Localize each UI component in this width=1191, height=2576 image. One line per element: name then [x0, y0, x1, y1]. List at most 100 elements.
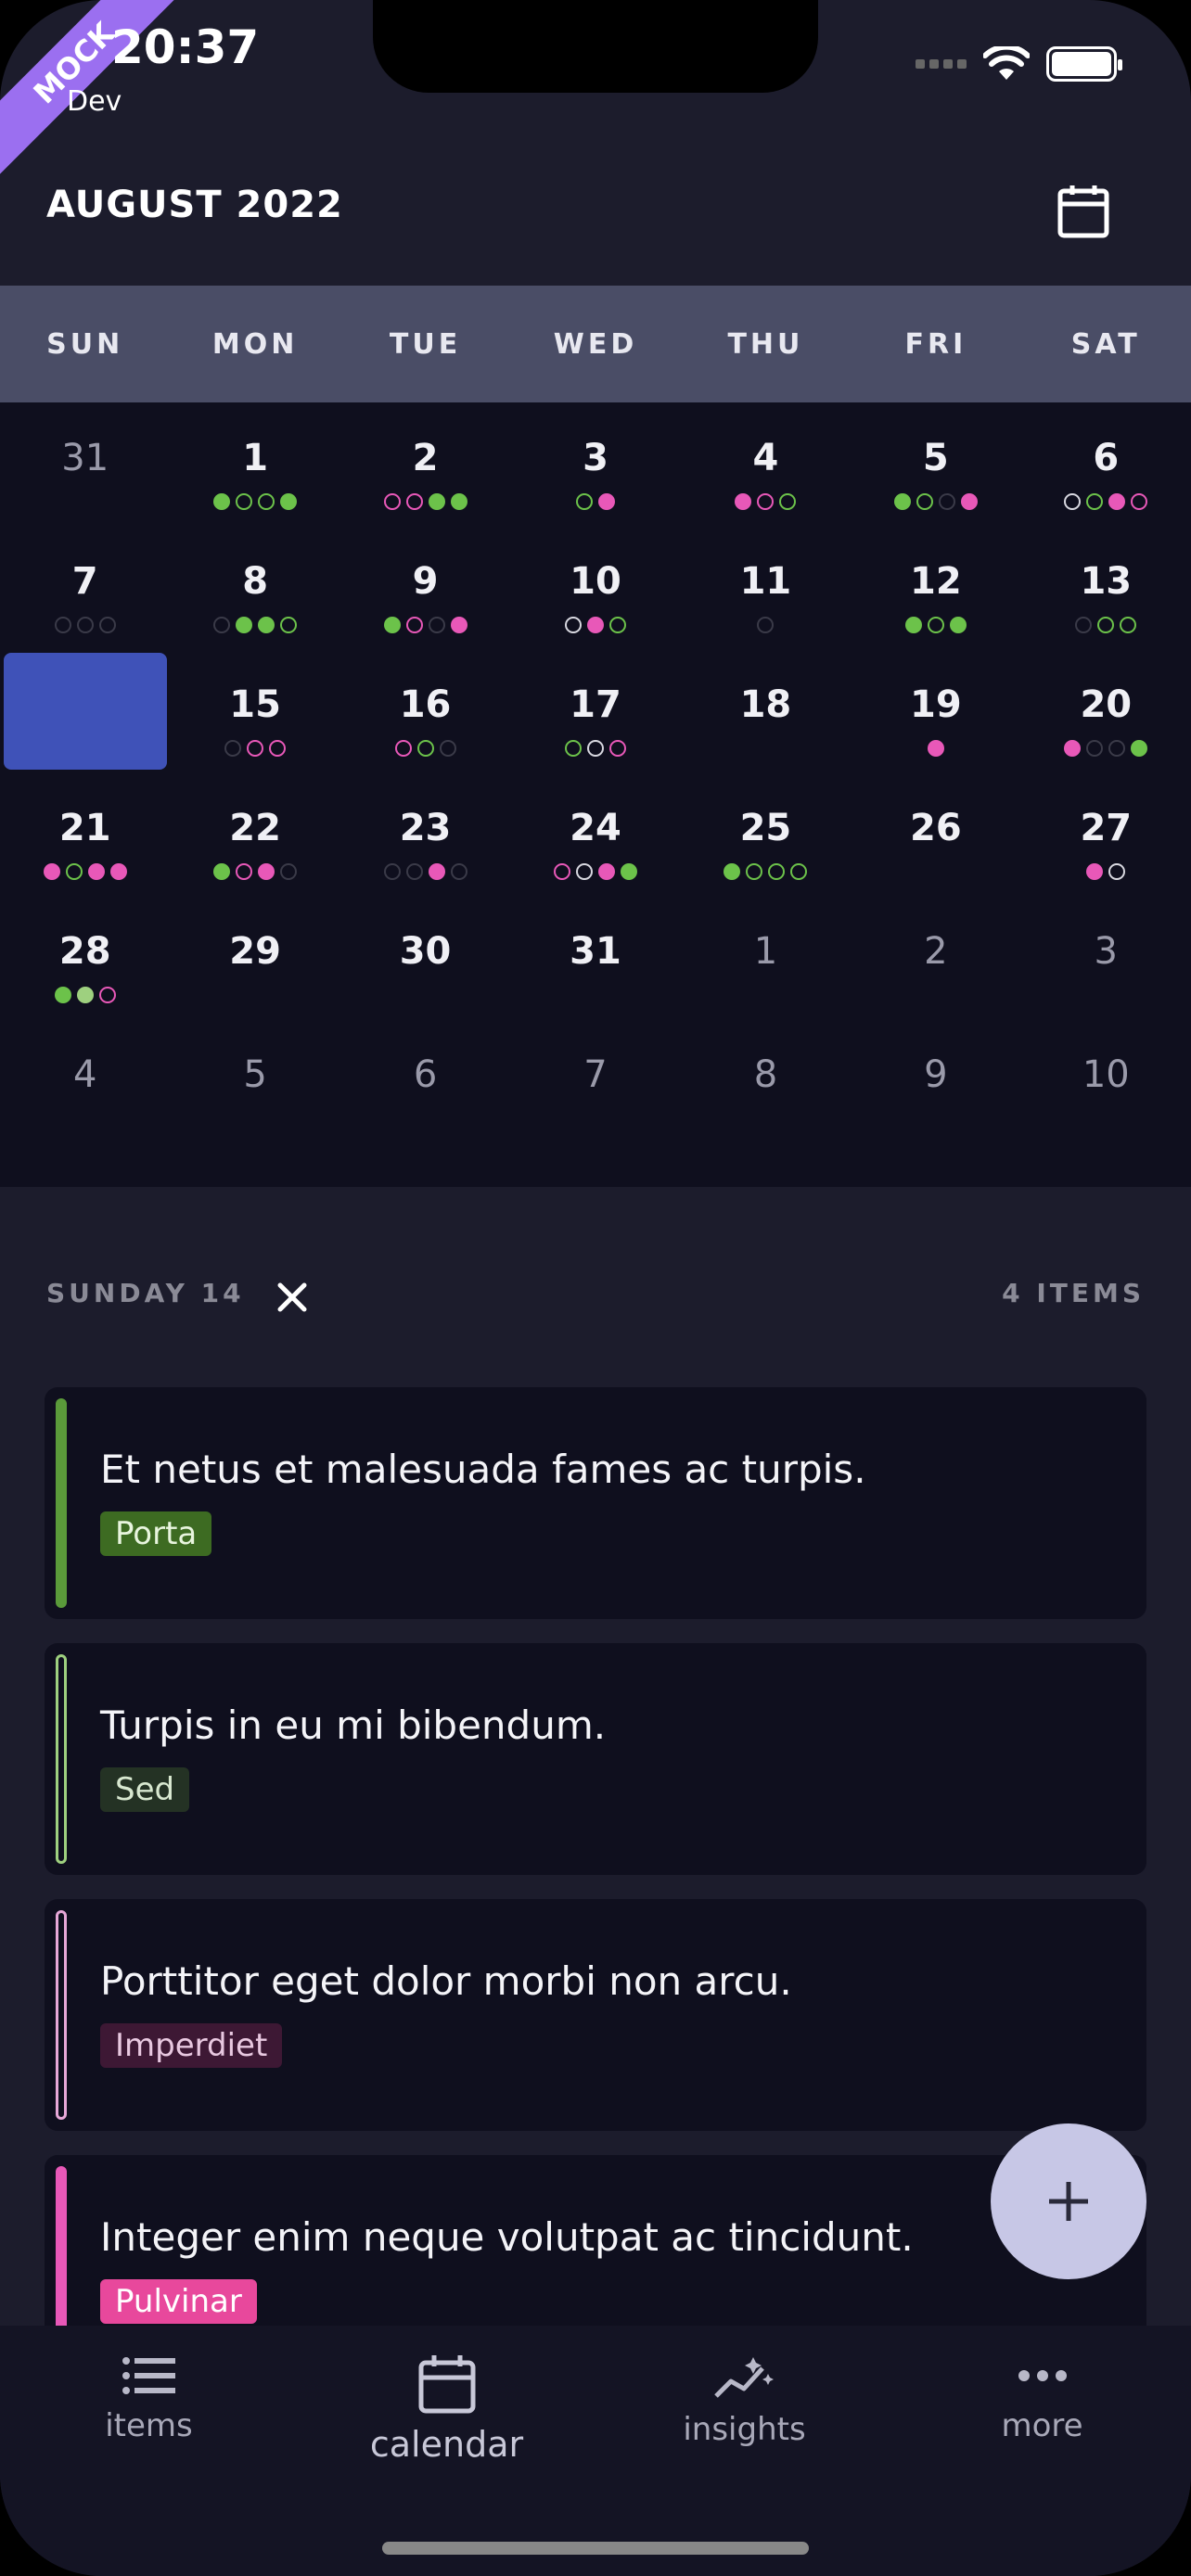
day-cell[interactable]: 5	[851, 402, 1020, 526]
notch	[373, 0, 818, 93]
day-number: 27	[1080, 807, 1133, 849]
day-cell[interactable]: 25	[681, 772, 851, 896]
calendar-icon	[418, 2355, 475, 2414]
event-dots	[340, 1110, 510, 1127]
day-cell[interactable]: 20	[1021, 649, 1191, 772]
day-cell[interactable]: 5	[170, 1019, 339, 1142]
day-cell[interactable]: 31	[510, 896, 680, 1019]
event-dot	[98, 987, 116, 1003]
event-dot	[927, 617, 944, 633]
day-cell[interactable]: 22	[170, 772, 339, 896]
event-dot	[383, 617, 401, 633]
day-cell[interactable]: 17	[510, 649, 680, 772]
item-tag: Sed	[100, 1767, 190, 1812]
event-dots	[340, 493, 510, 510]
day-cell[interactable]: 23	[340, 772, 510, 896]
event-dot	[575, 493, 593, 510]
day-cell[interactable]: 11	[681, 526, 851, 649]
close-icon[interactable]	[273, 1278, 312, 1317]
event-dot	[608, 740, 626, 757]
tab-insights[interactable]: insights	[596, 2326, 893, 2576]
day-number: 2	[412, 437, 439, 479]
event-dots	[851, 493, 1020, 510]
day-cell[interactable]: 26	[851, 772, 1020, 896]
day-cell[interactable]: 6	[340, 1019, 510, 1142]
item-card[interactable]: Turpis in eu mi bibendum. Sed	[45, 1643, 1146, 1875]
event-dot	[564, 740, 582, 757]
day-cell[interactable]: 24	[510, 772, 680, 896]
event-dot	[1097, 617, 1115, 633]
calendar-picker-icon[interactable]	[1057, 184, 1109, 239]
day-cell[interactable]: 28	[0, 896, 170, 1019]
day-cell[interactable]: 4	[0, 1019, 170, 1142]
day-number: 25	[739, 807, 792, 849]
event-dots	[510, 740, 680, 757]
event-dot	[280, 493, 298, 510]
day-cell[interactable]: 1	[681, 896, 851, 1019]
add-item-button[interactable]	[991, 2123, 1146, 2279]
day-cell[interactable]: 16	[340, 649, 510, 772]
day-cell[interactable]: 29	[170, 896, 339, 1019]
item-color-bar	[56, 1398, 67, 1608]
event-dots	[510, 493, 680, 510]
day-cell[interactable]: 9	[340, 526, 510, 649]
day-number: 7	[583, 1053, 608, 1096]
event-dot	[65, 863, 83, 880]
day-cell[interactable]: 7	[0, 526, 170, 649]
day-cell[interactable]: 2	[851, 896, 1020, 1019]
day-cell[interactable]: 8	[681, 1019, 851, 1142]
event-dot	[1086, 740, 1104, 757]
day-cell[interactable]: 1	[170, 402, 339, 526]
event-dots	[0, 617, 170, 633]
day-cell[interactable]: 27	[1021, 772, 1191, 896]
day-cell[interactable]: 31	[0, 402, 170, 526]
day-number: 30	[399, 930, 452, 973]
event-dot	[1131, 493, 1148, 510]
day-cell[interactable]: 10	[1021, 1019, 1191, 1142]
day-cell[interactable]: 8	[170, 526, 339, 649]
event-dots	[340, 863, 510, 880]
wifi-icon	[983, 46, 1030, 80]
event-dots	[681, 617, 851, 633]
tab-label: insights	[683, 2411, 806, 2448]
weekday-label: MON	[211, 327, 299, 361]
day-cell[interactable]: 15	[170, 649, 339, 772]
tab-calendar[interactable]: calendar	[298, 2326, 596, 2576]
day-number: 29	[229, 930, 281, 973]
day-cell[interactable]: 19	[851, 649, 1020, 772]
event-dot	[586, 740, 604, 757]
event-dots	[851, 617, 1020, 633]
item-card[interactable]: Et netus et malesuada fames ac turpis. Po…	[45, 1387, 1146, 1619]
event-dot	[383, 493, 401, 510]
day-cell[interactable]: 18	[681, 649, 851, 772]
day-cell[interactable]: 6	[1021, 402, 1191, 526]
day-cell[interactable]: 30	[340, 896, 510, 1019]
event-dot	[1108, 740, 1126, 757]
item-card[interactable]: Porttitor eget dolor morbi non arcu. Impe…	[45, 1899, 1146, 2131]
day-number: 2	[924, 930, 948, 973]
day-number: 17	[570, 683, 621, 726]
day-cell[interactable]: 21	[0, 772, 170, 896]
day-number: 15	[229, 683, 281, 726]
tab-items[interactable]: items	[0, 2326, 298, 2576]
event-dot	[724, 863, 741, 880]
event-dots	[510, 1110, 680, 1127]
day-cell[interactable]: 3	[1021, 896, 1191, 1019]
event-dot	[938, 493, 955, 510]
status-icons	[916, 46, 1122, 82]
day-cell[interactable]: 4	[681, 402, 851, 526]
day-cell[interactable]: 3	[510, 402, 680, 526]
day-cell[interactable]: 2	[340, 402, 510, 526]
day-number: 6	[1093, 437, 1120, 479]
event-dots	[510, 863, 680, 880]
event-dots	[1021, 1110, 1191, 1127]
day-cell[interactable]: 7	[510, 1019, 680, 1142]
event-dot	[790, 863, 808, 880]
day-cell[interactable]: 10	[510, 526, 680, 649]
day-number: 18	[739, 683, 792, 726]
day-cell[interactable]: 9	[851, 1019, 1020, 1142]
day-cell[interactable]: 12	[851, 526, 1020, 649]
weekday-label: WED	[553, 327, 638, 361]
day-cell[interactable]: 13	[1021, 526, 1191, 649]
tab-more[interactable]: more	[893, 2326, 1191, 2576]
